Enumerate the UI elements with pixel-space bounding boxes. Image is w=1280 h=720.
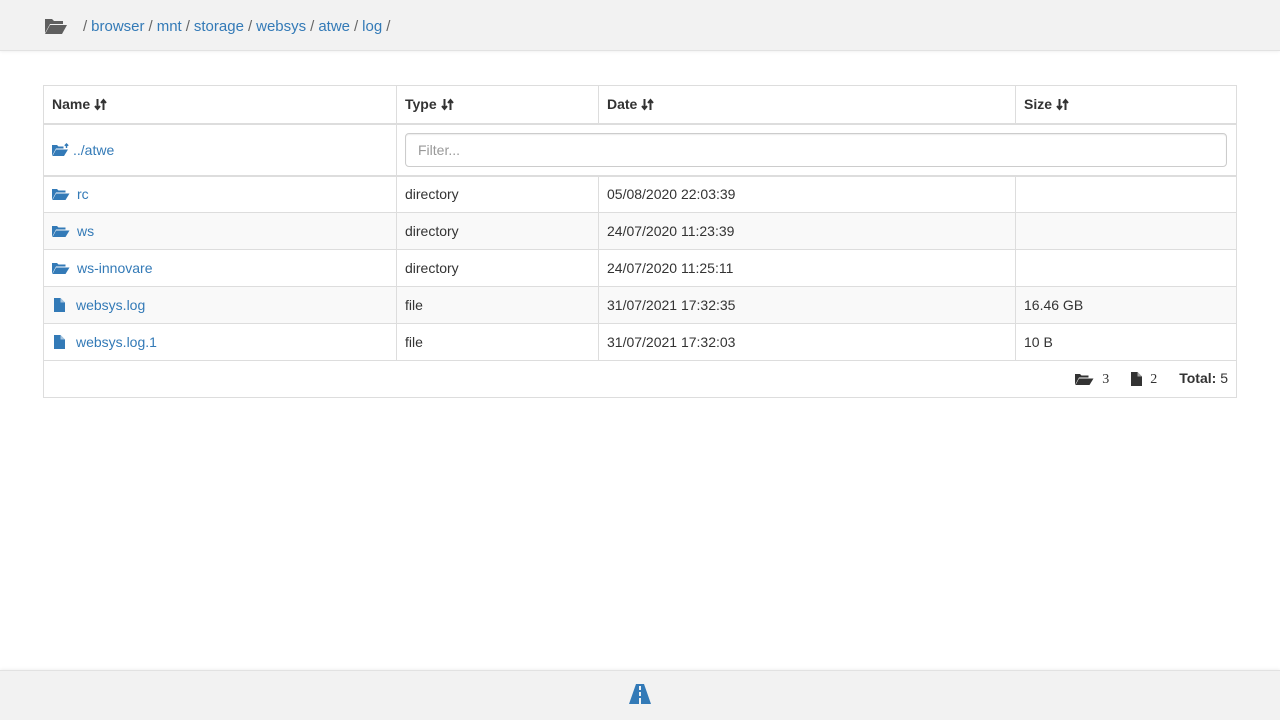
- breadcrumb-separator: /: [310, 18, 315, 35]
- column-header-name[interactable]: Name: [43, 85, 397, 125]
- folder-open-icon: [52, 226, 70, 237]
- column-label: Type: [405, 96, 437, 113]
- date-cell: 31/07/2021 17:32:03: [598, 323, 1016, 361]
- date-cell: 24/07/2020 11:25:11: [598, 249, 1016, 287]
- size-cell: 10 B: [1015, 323, 1237, 361]
- total-value: 5: [1220, 369, 1228, 386]
- breadcrumb-item-atwe[interactable]: atwe: [318, 18, 350, 35]
- file-icon: [1131, 372, 1143, 387]
- total-label: Total:: [1179, 369, 1217, 386]
- file-link-websys-log-1[interactable]: websys.log.1: [52, 334, 157, 350]
- table-header-row: Name Type Date Size: [43, 85, 1237, 125]
- breadcrumb-item-browser[interactable]: browser: [91, 18, 144, 35]
- directory-link-ws-innovare[interactable]: ws-innovare: [52, 260, 152, 276]
- breadcrumb-item-log[interactable]: log: [362, 18, 382, 35]
- parent-directory-cell: ../atwe: [43, 123, 397, 177]
- name-cell: websys.log: [43, 286, 397, 324]
- sort-arrows-icon: [641, 98, 655, 111]
- table-row: websys.log file 31/07/2021 17:32:35 16.4…: [43, 286, 1237, 324]
- row-name: websys.log.1: [76, 334, 157, 350]
- type-cell: directory: [396, 212, 599, 250]
- folder-open-icon[interactable]: [44, 16, 68, 36]
- directory-link-rc[interactable]: rc: [52, 186, 89, 202]
- filter-cell: [396, 123, 1237, 177]
- name-cell: ws: [43, 212, 397, 250]
- directory-count: 3: [1075, 370, 1109, 388]
- parent-directory-link[interactable]: ../atwe: [52, 142, 114, 158]
- date-cell: 24/07/2020 11:23:39: [598, 212, 1016, 250]
- parent-directory-row: ../atwe: [43, 123, 1237, 177]
- column-header-size[interactable]: Size: [1015, 85, 1237, 125]
- column-label: Date: [607, 96, 638, 113]
- table-row: rc directory 05/08/2020 22:03:39: [43, 175, 1237, 213]
- road-icon[interactable]: [629, 684, 651, 704]
- row-name: websys.log: [76, 297, 146, 313]
- name-cell: websys.log.1: [43, 323, 397, 361]
- file-table: Name Type Date Size ../atwe Filter... rc…: [43, 85, 1237, 398]
- column-label: Name: [52, 96, 91, 113]
- top-bar: / browser / mnt / storage / websys / atwe / log /: [0, 0, 1280, 51]
- folder-open-icon: [52, 263, 70, 274]
- file-icon: [54, 298, 65, 312]
- file-count: 2: [1131, 370, 1157, 388]
- row-name: ws: [77, 223, 95, 239]
- summary-cell: 3 2 Total: 5: [43, 360, 1237, 398]
- size-cell: [1015, 212, 1237, 250]
- folder-open-icon: [52, 189, 70, 201]
- breadcrumb-item-storage[interactable]: storage: [194, 18, 244, 35]
- column-header-type[interactable]: Type: [396, 85, 599, 125]
- folder-up-icon: [52, 142, 69, 156]
- file-icon: [54, 335, 65, 349]
- column-label: Size: [1024, 96, 1053, 113]
- directory-link-ws[interactable]: ws: [52, 223, 94, 239]
- date-cell: 05/08/2020 22:03:39: [598, 175, 1016, 213]
- type-cell: file: [396, 286, 599, 324]
- breadcrumb-item-websys[interactable]: websys: [256, 18, 306, 35]
- table-row: ws directory 24/07/2020 11:23:39: [43, 212, 1237, 250]
- filter-input[interactable]: [405, 132, 1227, 167]
- file-table-container: Name Type Date Size ../atwe Filter... rc…: [43, 85, 1237, 398]
- breadcrumb-separator: /: [386, 18, 391, 35]
- table-row: websys.log.1 file 31/07/2021 17:32:03 10…: [43, 323, 1237, 361]
- table-row: ws-innovare directory 24/07/2020 11:25:1…: [43, 249, 1237, 287]
- file-link-websys-log[interactable]: websys.log: [52, 297, 145, 313]
- row-name: rc: [77, 186, 89, 203]
- breadcrumb-separator: /: [83, 18, 88, 35]
- breadcrumb-separator: /: [148, 18, 153, 35]
- size-cell: 16.46 GB: [1015, 286, 1237, 324]
- size-cell: [1015, 175, 1237, 213]
- breadcrumb: / browser / mnt / storage / websys / atwe / log /: [83, 18, 394, 36]
- folder-open-icon: [1075, 374, 1094, 386]
- name-cell: rc: [43, 175, 397, 213]
- table-footer-row: 3 2 Total: 5: [43, 360, 1237, 398]
- breadcrumb-separator: /: [354, 18, 359, 35]
- breadcrumb-separator: /: [247, 18, 253, 35]
- sort-arrows-icon: [1056, 98, 1069, 111]
- breadcrumb-separator: /: [185, 18, 190, 35]
- row-name: ws-innovare: [77, 260, 153, 276]
- breadcrumb-item-mnt[interactable]: mnt: [157, 18, 182, 35]
- column-header-date[interactable]: Date: [598, 85, 1016, 125]
- size-cell: [1015, 249, 1237, 287]
- name-cell: ws-innovare: [43, 249, 397, 287]
- type-cell: file: [396, 323, 599, 361]
- sort-arrows-icon: [94, 98, 107, 111]
- parent-directory-label: ../atwe: [73, 141, 115, 158]
- type-cell: directory: [396, 175, 599, 213]
- file-count-value: 2: [1150, 372, 1158, 388]
- sort-arrows-icon: [440, 98, 454, 111]
- type-cell: directory: [396, 249, 599, 287]
- directory-count-value: 3: [1102, 372, 1110, 388]
- date-cell: 31/07/2021 17:32:35: [598, 286, 1016, 324]
